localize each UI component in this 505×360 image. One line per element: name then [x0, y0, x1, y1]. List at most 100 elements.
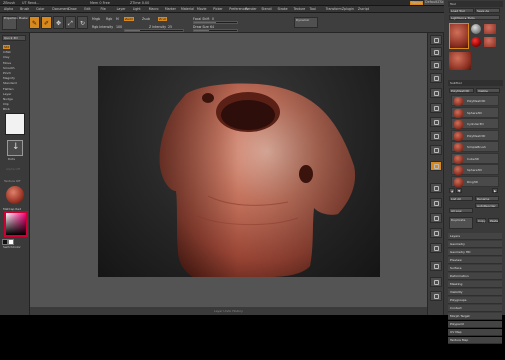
- view-scroll-button[interactable]: [430, 60, 442, 70]
- visible-button[interactable]: Visible: [476, 88, 500, 93]
- load-tool-button[interactable]: Load Tool: [449, 8, 474, 13]
- menu-material[interactable]: Material: [181, 6, 194, 13]
- view-polyf-button[interactable]: [430, 261, 442, 271]
- draw-size-slider[interactable]: [193, 29, 238, 32]
- view-aahalf-button[interactable]: [430, 103, 442, 113]
- view-rotate-button[interactable]: [430, 243, 442, 253]
- current-tool-name[interactable]: PolyMesh3D: [449, 88, 474, 93]
- subtool-item[interactable]: SimpleBrush: [451, 141, 499, 152]
- move-mode-button[interactable]: ✥: [53, 16, 64, 29]
- view-bpr-button[interactable]: [430, 35, 442, 45]
- brush-item-std[interactable]: Std: [3, 45, 10, 49]
- view-frame-button[interactable]: [430, 198, 442, 208]
- subtool-up-button[interactable]: ▲: [449, 188, 455, 193]
- panel-menu-texture-map[interactable]: Texture Map: [448, 337, 502, 344]
- menu-layer[interactable]: Layer: [117, 6, 126, 13]
- view-floor-button[interactable]: [430, 131, 442, 141]
- brush-item-move[interactable]: Move: [3, 61, 11, 65]
- subtool-down-button[interactable]: ▼: [456, 188, 462, 193]
- menus-button[interactable]: Menus: [410, 1, 424, 5]
- edit-mode-button[interactable]: ✎: [29, 16, 40, 29]
- panel-menu-polygroups[interactable]: Polygroups: [448, 297, 502, 304]
- menu-stroke[interactable]: Stroke: [277, 6, 287, 13]
- subtool-item[interactable]: Sphere3D: [451, 106, 499, 118]
- brush-item-smooth[interactable]: Smooth: [3, 66, 15, 70]
- subtool-item[interactable]: Cube3D: [451, 152, 499, 164]
- panel-menu-deformation[interactable]: Deformation: [448, 273, 502, 280]
- subtool-scroll-button[interactable]: ▶: [492, 188, 498, 193]
- menu-brush[interactable]: Brush: [20, 6, 29, 13]
- draw-mode-button[interactable]: ✐: [41, 16, 52, 29]
- panel-menu-polypaint[interactable]: Polypaint: [448, 321, 502, 328]
- save-as-button[interactable]: Save As: [475, 8, 500, 13]
- menu-file[interactable]: File: [101, 6, 106, 13]
- paste-button[interactable]: Paste: [488, 218, 499, 223]
- brush-item-clay[interactable]: Clay: [3, 55, 10, 59]
- view-zoom-button[interactable]: [430, 73, 442, 83]
- menu-tool[interactable]: Tool: [310, 6, 316, 13]
- m-toggle[interactable]: M: [116, 17, 119, 21]
- all-low-button[interactable]: All Low: [449, 208, 473, 213]
- panel-menu-contact[interactable]: Contact: [448, 305, 502, 312]
- sphere-tool-icon[interactable]: [471, 24, 481, 34]
- menu-stencil[interactable]: Stencil: [261, 6, 272, 13]
- subtool-item[interactable]: Ring3D: [451, 175, 499, 187]
- quick3d-button[interactable]: Quick 3D: [2, 35, 26, 41]
- mrgb-toggle[interactable]: Mrgb: [92, 17, 100, 21]
- z-intensity-slider[interactable]: [124, 29, 184, 32]
- zadd-button[interactable]: Zadd: [124, 17, 134, 21]
- dynamic-button[interactable]: Dynamic: [294, 17, 318, 28]
- menu-color[interactable]: Color: [36, 6, 44, 13]
- rotate-mode-button[interactable]: ↻: [77, 16, 88, 29]
- subtool-item[interactable]: Cylinder3D: [451, 118, 499, 129]
- brush-item-pinch[interactable]: Pinch: [3, 71, 11, 75]
- material-sphere[interactable]: [6, 186, 24, 204]
- brush-item-layer[interactable]: Layer: [3, 92, 11, 96]
- menu-movie[interactable]: Movie: [197, 6, 206, 13]
- scale-mode-button[interactable]: ⤢: [65, 16, 76, 29]
- menu-zscript[interactable]: Zscript: [358, 6, 369, 13]
- subtool-item[interactable]: PolyMesh3D: [451, 95, 499, 106]
- view-move-button[interactable]: [430, 213, 442, 223]
- duplicate-button[interactable]: Duplicate: [449, 217, 473, 229]
- menu-draw[interactable]: Draw: [68, 6, 76, 13]
- panel-menu-morph-target[interactable]: Morph Target: [448, 313, 502, 320]
- menu-alpha[interactable]: Alpha: [4, 6, 13, 13]
- current-tool-thumbnail[interactable]: [449, 23, 469, 49]
- panel-menu-preview[interactable]: Preview: [448, 257, 502, 264]
- panel-menu-geometry[interactable]: Geometry: [448, 241, 502, 248]
- panel-menu-surface[interactable]: Surface: [448, 265, 502, 272]
- rename-button[interactable]: Rename: [475, 196, 499, 201]
- brush-item-inflat[interactable]: Inflat: [3, 50, 11, 54]
- tool-preview-large[interactable]: [449, 52, 471, 70]
- view-lsym-button[interactable]: [430, 161, 442, 171]
- view-local-button[interactable]: [430, 145, 442, 155]
- subtool-item[interactable]: Sphere3D: [451, 164, 499, 175]
- auto-reorder-button[interactable]: AutoReorder: [475, 203, 499, 208]
- switch-color-label[interactable]: SwitchColor: [3, 245, 21, 249]
- stroke-preview[interactable]: ↓: [7, 140, 23, 156]
- brush-item-clip[interactable]: Clip: [3, 102, 9, 106]
- red-sphere-icon[interactable]: [471, 37, 481, 47]
- menu-document[interactable]: Document: [52, 6, 69, 13]
- panel-menu-visibility[interactable]: Visibility: [448, 289, 502, 296]
- menu-edit[interactable]: Edit: [84, 6, 90, 13]
- zsub-button[interactable]: Zsub: [142, 17, 150, 21]
- menu-marker[interactable]: Marker: [165, 6, 176, 13]
- lightbox-tools-button[interactable]: Lightbox ▸ Tools: [449, 15, 500, 20]
- menu-picker[interactable]: Picker: [213, 6, 223, 13]
- sculpt-model[interactable]: [98, 66, 380, 278]
- menu-zplugin[interactable]: Zplugin: [342, 6, 354, 13]
- view-actual-button[interactable]: [430, 88, 442, 98]
- view-transp-button[interactable]: [430, 277, 442, 287]
- list-all-button[interactable]: List All: [449, 196, 473, 201]
- view-ghost-button[interactable]: [430, 291, 442, 301]
- subtool-item[interactable]: PolyMesh3D: [451, 129, 499, 141]
- focal-shift-slider[interactable]: [193, 21, 238, 24]
- color-picker[interactable]: [4, 211, 28, 237]
- brush-item-standard[interactable]: Standard: [3, 81, 17, 85]
- view-xyz-button[interactable]: [430, 183, 442, 193]
- menu-light[interactable]: Light: [133, 6, 141, 13]
- rgb-toggle[interactable]: Rgb: [106, 17, 112, 21]
- panel-menu-masking[interactable]: Masking: [448, 281, 502, 288]
